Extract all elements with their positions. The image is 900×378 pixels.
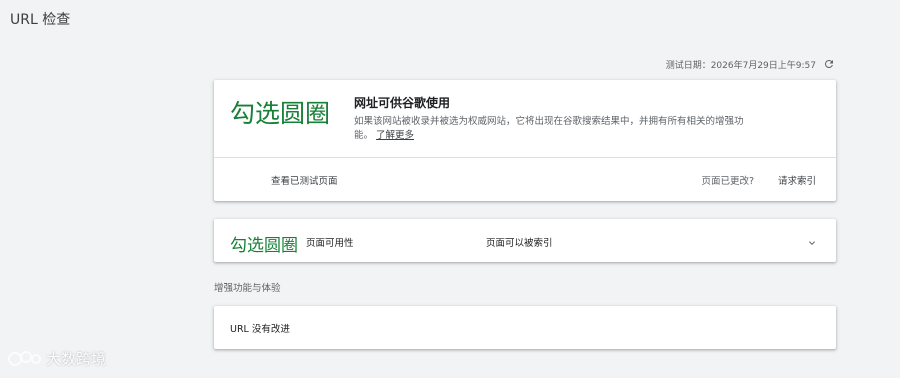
chevron-down-icon[interactable] [806,234,818,246]
enhancements-heading: 增强功能与体验 [214,283,281,294]
availability-value: 页面可以被索引 [486,238,553,249]
verdict-card-actions: 查看已测试页面 页面已更改? 请求索引 [214,158,836,201]
availability-status-mark: 勾选圆圈 [230,236,298,256]
request-indexing-button[interactable]: 请求索引 [778,173,816,187]
watermark-text: 大数跨境 [46,350,107,368]
learn-more-link[interactable]: 了解更多 [376,130,414,141]
page-availability-row[interactable]: 勾选圆圈 页面可用性 页面可以被索引 [214,219,836,262]
page-changed-label: 页面已更改? [701,175,754,187]
watermark-logo-icon [8,350,41,366]
verdict-card: 勾选圆圈 网址可供谷歌使用 如果该网站被收录并被选为权威网站，它将出现在谷歌搜索… [214,80,836,201]
page-title: URL 检查 [10,12,71,28]
refresh-icon[interactable] [822,57,836,71]
enhancements-item-label: URL 没有改进 [230,324,290,335]
test-date-text: 测试日期：2026年7月29日上午9:57 [665,60,816,71]
watermark: 大数跨境 [8,348,106,369]
verdict-description: 如果该网站被收录并被选为权威网站，它将出现在谷歌搜索结果中，并拥有所有相关的增强… [354,115,754,143]
verdict-title: 网址可供谷歌使用 [354,96,451,110]
status-mark: 勾选圆圈 [230,99,331,128]
test-date-row: 测试日期：2026年7月29日上午9:57 [214,56,836,72]
enhancements-card: URL 没有改进 [214,306,836,349]
verdict-card-top: 勾选圆圈 网址可供谷歌使用 如果该网站被收录并被选为权威网站，它将出现在谷歌搜索… [214,80,836,158]
availability-label: 页面可用性 [306,238,354,249]
view-tested-page-button[interactable]: 查看已测试页面 [271,173,338,187]
